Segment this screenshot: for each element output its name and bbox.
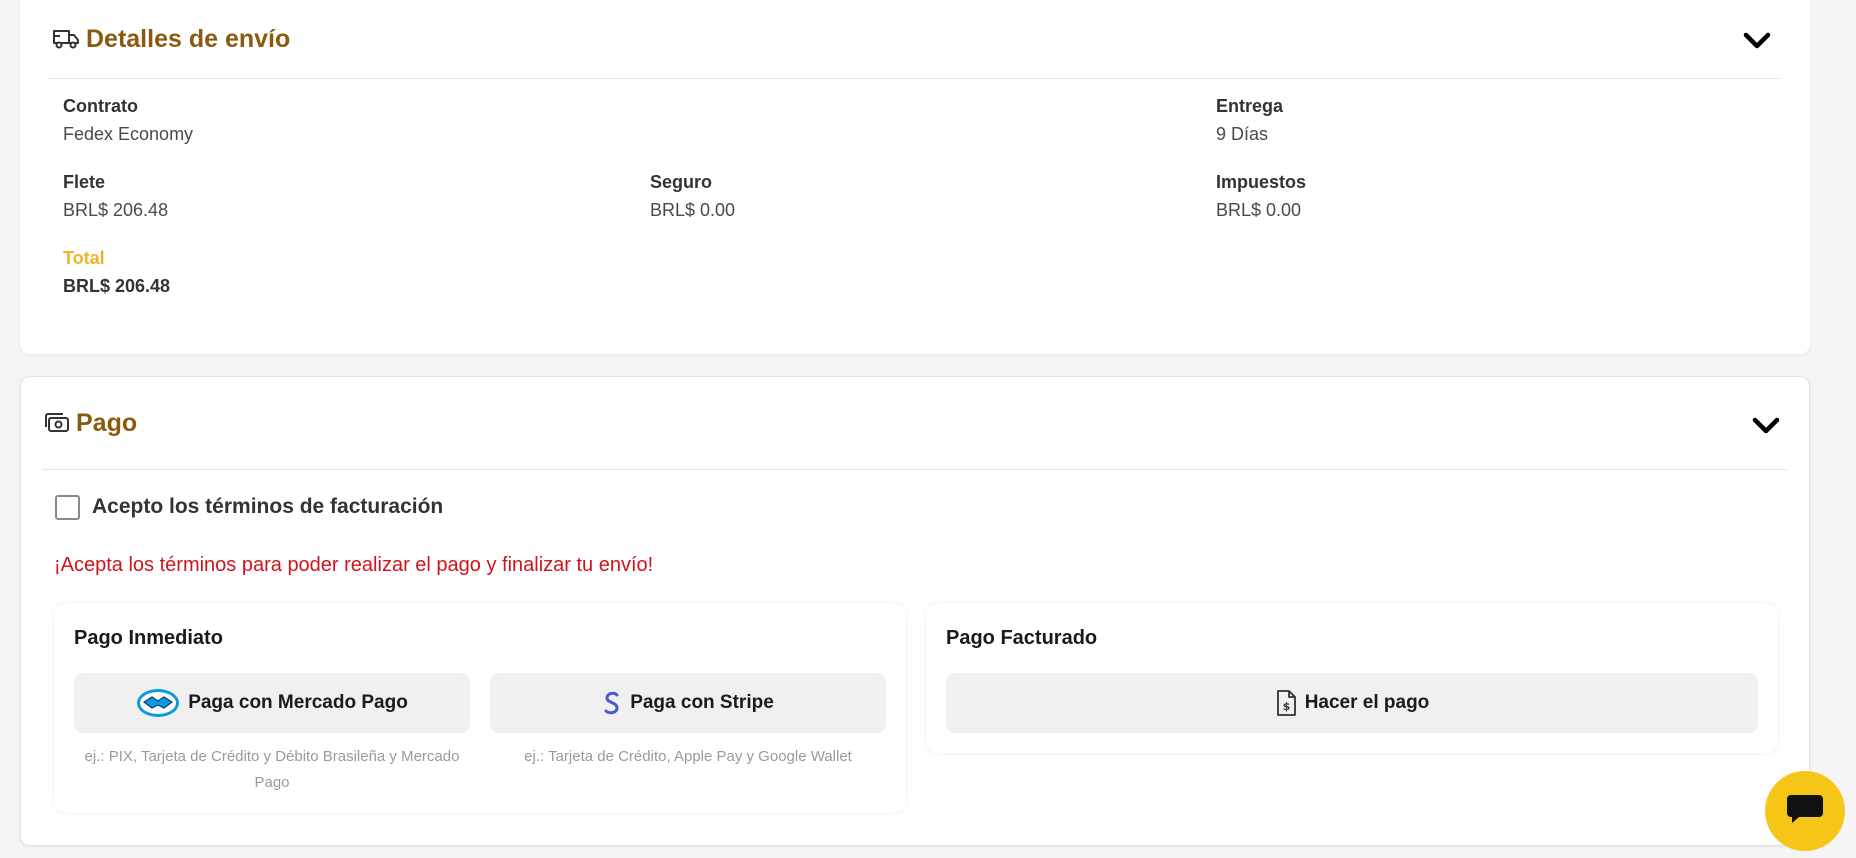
chat-icon xyxy=(1785,792,1825,831)
invoiced-payment-title: Pago Facturado xyxy=(946,627,1098,649)
terms-checkbox[interactable] xyxy=(55,495,80,520)
mercado-pago-button[interactable]: Paga con Mercado Pago xyxy=(74,673,470,733)
stripe-label: Paga con Stripe xyxy=(630,692,774,713)
invoiced-payment-panel: Pago Facturado $ Hacer el pago xyxy=(926,603,1778,753)
terms-warning: ¡Acepta los términos para poder realizar… xyxy=(54,554,654,576)
immediate-payment-panel: Pago Inmediato Paga con Mercado Pago ej.… xyxy=(54,603,906,813)
total-value: BRL$ 206.48 xyxy=(63,276,171,296)
mercado-pago-hint: ej.: PIX, Tarjeta de Crédito y Débito Br… xyxy=(84,748,460,791)
shipping-details-card: Detalles de envío Contrato Fedex Economy… xyxy=(20,0,1810,354)
truck-icon xyxy=(52,27,80,51)
insurance-label: Seguro xyxy=(650,172,713,192)
terms-label[interactable]: Acepto los términos de facturación xyxy=(92,495,443,519)
shipping-header[interactable]: Detalles de envío xyxy=(52,19,1778,59)
make-payment-label: Hacer el pago xyxy=(1304,692,1430,713)
make-payment-button[interactable]: $ Hacer el pago xyxy=(946,673,1758,733)
mercado-pago-icon xyxy=(136,688,180,718)
delivery-value: 9 Días xyxy=(1216,124,1269,144)
payment-header[interactable]: Pago xyxy=(44,405,1777,441)
payment-card: Pago Acepto los términos de facturación … xyxy=(20,376,1810,846)
freight-label: Flete xyxy=(63,172,106,192)
shipping-divider xyxy=(49,78,1780,79)
svg-text:$: $ xyxy=(1282,700,1290,713)
invoice-dollar-icon: $ xyxy=(1275,689,1297,717)
chat-button[interactable] xyxy=(1765,771,1845,851)
stripe-hint: ej.: Tarjeta de Crédito, Apple Pay y Goo… xyxy=(524,748,852,765)
shipping-title: Detalles de envío xyxy=(86,24,291,53)
mercado-pago-label: Paga con Mercado Pago xyxy=(188,692,408,713)
payment-divider xyxy=(42,469,1788,470)
contract-label: Contrato xyxy=(63,96,138,116)
chevron-down-icon[interactable] xyxy=(1749,409,1783,443)
delivery-label: Entrega xyxy=(1216,96,1284,116)
immediate-payment-title: Pago Inmediato xyxy=(74,627,223,649)
taxes-value: BRL$ 0.00 xyxy=(1216,200,1302,220)
taxes-label: Impuestos xyxy=(1216,172,1307,192)
insurance-value: BRL$ 0.00 xyxy=(650,200,736,220)
stripe-button[interactable]: Paga con Stripe xyxy=(490,673,886,733)
chevron-down-icon[interactable] xyxy=(1740,24,1774,58)
money-icon xyxy=(44,412,70,434)
payment-title: Pago xyxy=(76,408,138,437)
stripe-icon xyxy=(602,689,622,717)
contract-value: Fedex Economy xyxy=(63,124,194,144)
total-label: Total xyxy=(63,248,105,268)
freight-value: BRL$ 206.48 xyxy=(63,200,169,220)
